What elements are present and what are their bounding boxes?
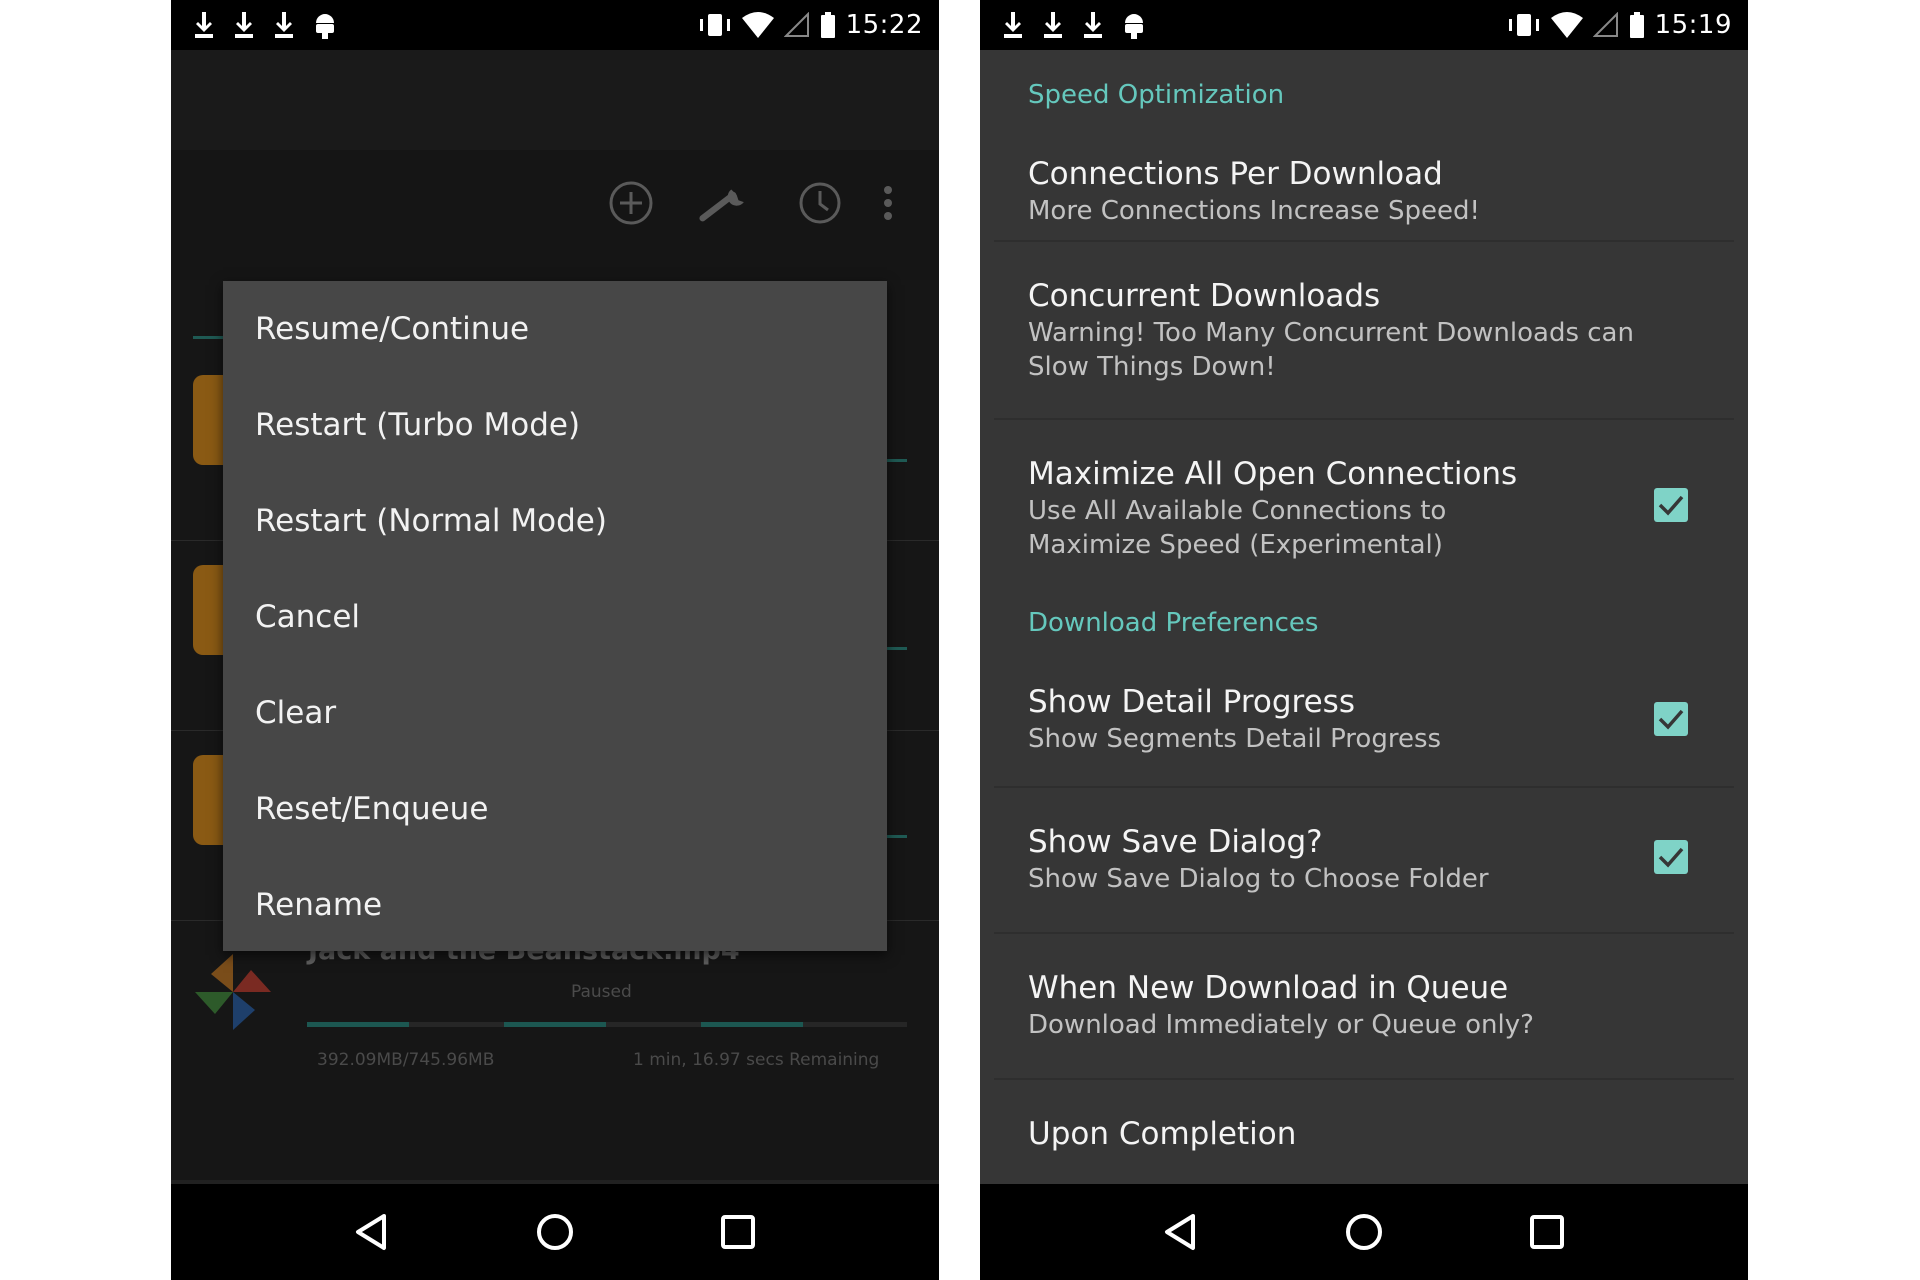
signal-icon	[1592, 12, 1618, 37]
status-bar: 15:19	[980, 0, 1748, 50]
recents-icon[interactable]	[1517, 1202, 1577, 1262]
pref-summary: Download Immediately or Queue only?	[1028, 1010, 1534, 1040]
pref-title: Concurrent Downloads	[1028, 278, 1381, 314]
android-icon	[316, 14, 334, 39]
vibrate-icon	[1508, 14, 1539, 36]
status-bar: 15:22	[171, 0, 939, 50]
back-icon[interactable]	[342, 1202, 402, 1262]
overflow-menu-icon[interactable]	[873, 177, 903, 229]
pref-title: Connections Per Download	[1028, 156, 1443, 192]
check-icon	[1658, 847, 1684, 868]
pref-summary: Warning! Too Many Concurrent Downloads c…	[1028, 318, 1634, 382]
notification-icons	[1002, 0, 1146, 50]
left-phone-screen: 15:22 Jack and the Beanstack.mp4 Paused	[171, 0, 939, 1280]
download-icon	[1044, 12, 1062, 38]
navigation-bar	[980, 1184, 1748, 1280]
clock-time: 15:19	[1654, 10, 1732, 40]
section-header-download-prefs: Download Preferences	[1028, 608, 1319, 638]
menu-item-rename[interactable]: Rename	[223, 857, 887, 953]
pref-connections-per-download[interactable]: Connections Per Download More Connection…	[980, 132, 1748, 240]
pref-title: Show Detail Progress	[1028, 684, 1355, 720]
download-icon	[195, 12, 213, 38]
app-bar	[171, 50, 939, 150]
pref-summary: More Connections Increase Speed!	[1028, 196, 1480, 226]
battery-icon	[820, 12, 835, 38]
pref-show-save-dialog[interactable]: Show Save Dialog? Show Save Dialog to Ch…	[980, 788, 1748, 932]
toolbar	[171, 150, 939, 280]
right-phone-screen: 15:19 Speed Optimization Connections Per…	[980, 0, 1748, 1280]
section-header-speed: Speed Optimization	[1028, 80, 1285, 110]
clock-time: 15:22	[845, 10, 923, 40]
back-icon[interactable]	[1151, 1202, 1211, 1262]
list-accent	[887, 459, 907, 462]
download-icon	[235, 12, 253, 38]
notification-icons	[193, 0, 337, 50]
context-menu: Resume/Continue Restart (Turbo Mode) Res…	[223, 281, 887, 951]
download-size: 392.09MB/745.96MB	[317, 1050, 495, 1070]
system-icons: 15:22	[698, 0, 923, 50]
menu-item-cancel[interactable]: Cancel	[223, 569, 887, 665]
pref-title: Show Save Dialog?	[1028, 824, 1323, 860]
pref-upon-completion[interactable]: Upon Completion	[980, 1080, 1748, 1160]
settings-list: Speed Optimization Connections Per Downl…	[980, 50, 1748, 1160]
checkbox-checked[interactable]	[1654, 702, 1688, 736]
wifi-icon	[1550, 12, 1583, 38]
pref-new-download-queue[interactable]: When New Download in Queue Download Imme…	[980, 934, 1748, 1078]
photos-icon	[195, 954, 271, 1030]
check-icon	[1658, 709, 1684, 730]
menu-item-reset-enqueue[interactable]: Reset/Enqueue	[223, 761, 887, 857]
wrench-icon[interactable]	[699, 177, 751, 229]
progress-segment	[307, 1022, 409, 1027]
home-icon[interactable]	[525, 1202, 585, 1262]
add-circle-icon[interactable]	[605, 177, 657, 229]
pref-show-detail-progress[interactable]: Show Detail Progress Show Segments Detai…	[980, 664, 1748, 786]
checkbox-checked[interactable]	[1654, 488, 1688, 522]
home-icon[interactable]	[1334, 1202, 1394, 1262]
pref-concurrent-downloads[interactable]: Concurrent Downloads Warning! Too Many C…	[980, 242, 1748, 418]
download-progress-bar	[307, 1022, 907, 1027]
download-icon	[1004, 12, 1022, 38]
pref-summary: Show Segments Detail Progress	[1028, 724, 1442, 754]
pref-title: Upon Completion	[1028, 1116, 1297, 1152]
recents-icon[interactable]	[708, 1202, 768, 1262]
wifi-icon	[741, 12, 774, 38]
android-icon	[1125, 14, 1143, 39]
check-icon	[1658, 495, 1684, 516]
progress-segment	[504, 1022, 606, 1027]
download-remaining: 1 min, 16.97 secs Remaining	[633, 1050, 880, 1070]
list-accent	[887, 835, 907, 838]
checkbox-checked[interactable]	[1654, 840, 1688, 874]
download-icon	[275, 12, 293, 38]
menu-item-restart-turbo[interactable]: Restart (Turbo Mode)	[223, 377, 887, 473]
pref-title: Maximize All Open Connections	[1028, 456, 1518, 492]
menu-item-resume[interactable]: Resume/Continue	[223, 281, 887, 377]
pref-title: When New Download in Queue	[1028, 970, 1509, 1006]
system-icons: 15:19	[1507, 0, 1732, 50]
pref-summary: Show Save Dialog to Choose Folder	[1028, 864, 1489, 894]
clock-icon[interactable]	[794, 177, 846, 229]
vibrate-icon	[699, 14, 730, 36]
menu-item-clear[interactable]: Clear	[223, 665, 887, 761]
download-status: Paused	[571, 982, 632, 1002]
menu-item-restart-normal[interactable]: Restart (Normal Mode)	[223, 473, 887, 569]
pref-summary: Use All Available Connections to Maximiz…	[1028, 496, 1447, 560]
navigation-bar	[171, 1184, 939, 1280]
signal-icon	[783, 12, 809, 37]
list-accent	[887, 647, 907, 650]
progress-segment	[701, 1022, 803, 1027]
download-icon	[1084, 12, 1102, 38]
battery-icon	[1629, 12, 1644, 38]
pref-maximize-connections[interactable]: Maximize All Open Connections Use All Av…	[980, 420, 1748, 598]
